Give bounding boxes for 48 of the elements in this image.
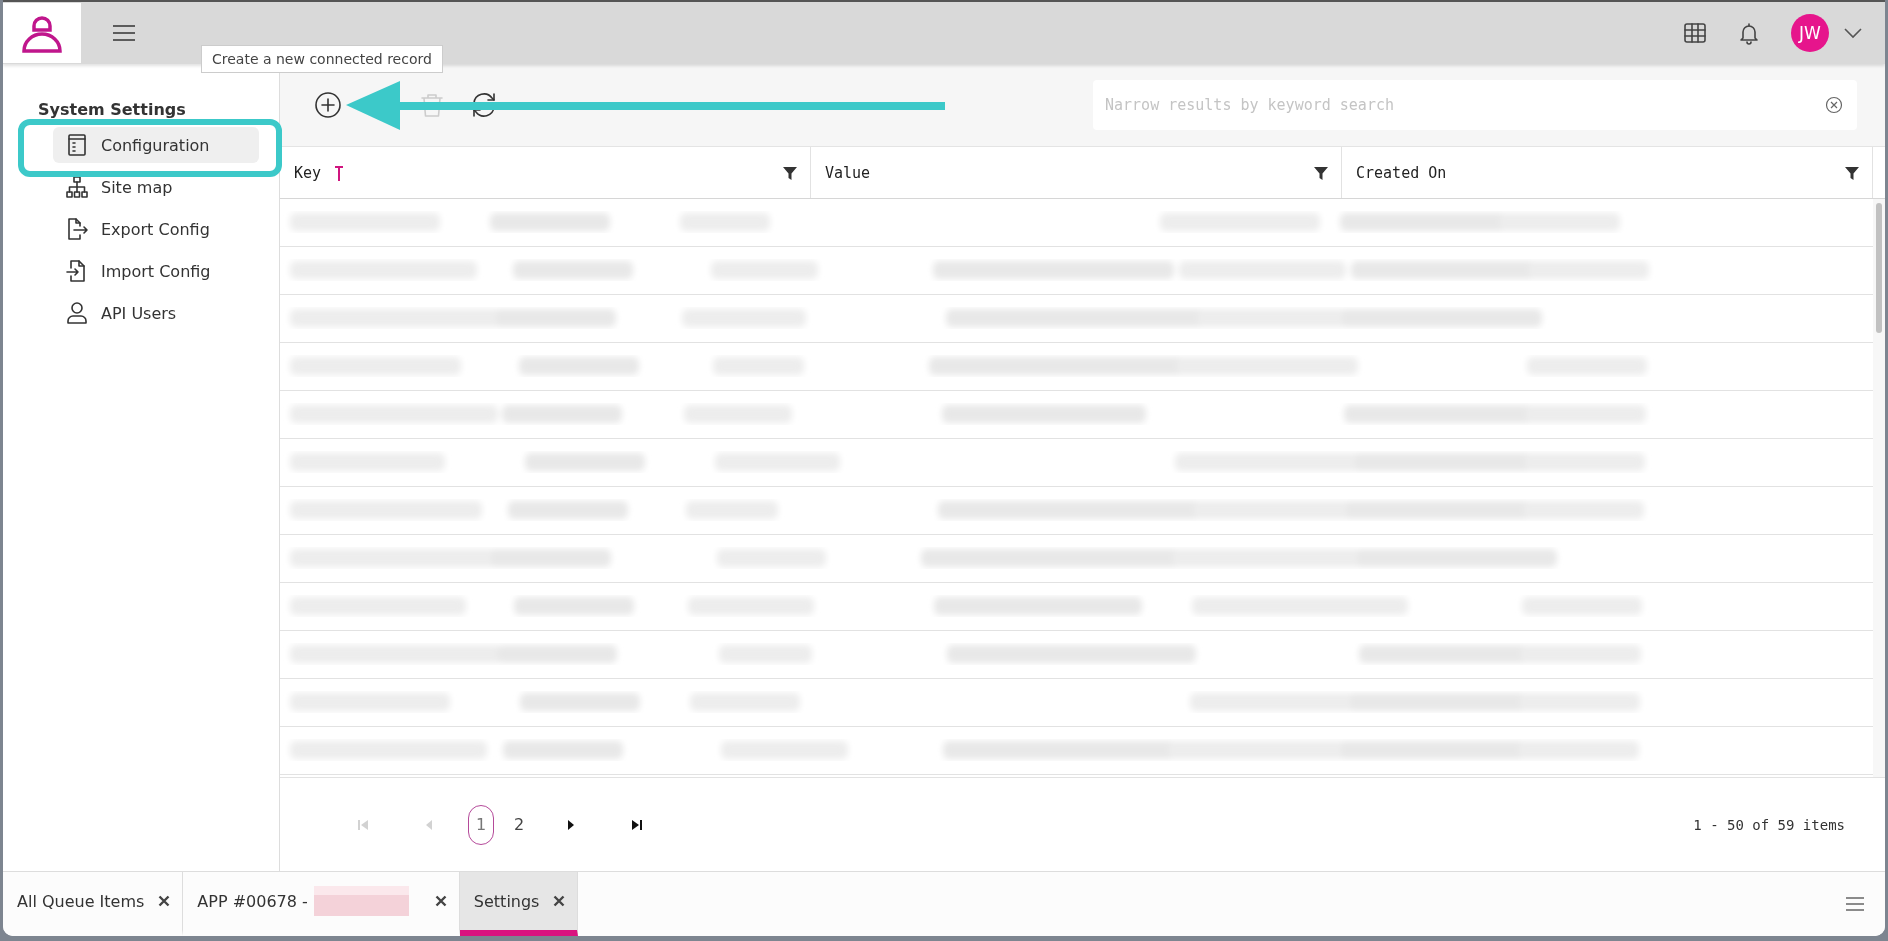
close-button[interactable]: [434, 895, 447, 907]
chevron-down-icon: [1843, 27, 1863, 39]
sidebar-item[interactable]: Export Config: [53, 211, 259, 247]
refresh-icon: [470, 91, 498, 119]
scrollbar-thumb[interactable]: [1876, 203, 1882, 333]
column-header[interactable]: Key: [280, 147, 811, 198]
sidebar-item[interactable]: API Users: [53, 295, 259, 331]
sidebar-item[interactable]: Import Config: [53, 253, 259, 289]
filter-icon[interactable]: [1313, 164, 1329, 181]
sidebar-title: System Settings: [38, 100, 187, 119]
trash-icon: [418, 91, 446, 119]
add-icon: [314, 91, 342, 119]
sidebar-item[interactable]: Configuration: [53, 127, 259, 163]
tab[interactable]: Settings: [459, 872, 579, 936]
column-header[interactable]: Created On: [1342, 147, 1873, 198]
page-button[interactable]: 2: [506, 804, 532, 845]
notifications-button[interactable]: [1737, 21, 1761, 45]
user-icon: [65, 301, 89, 325]
menu-icon: [1845, 896, 1865, 912]
last-page-icon: [631, 818, 643, 831]
first-page-icon: [357, 818, 369, 831]
close-icon: [158, 895, 171, 907]
close-button[interactable]: [553, 895, 566, 907]
tab[interactable]: All Queue Items: [3, 872, 184, 936]
file-export-icon: [65, 217, 89, 241]
close-icon: [434, 895, 447, 907]
pagination-summary: 1 - 50 of 59 items: [1693, 816, 1845, 833]
filter-icon[interactable]: [782, 164, 798, 181]
tab[interactable]: APP #00678 -: [183, 872, 460, 936]
menu-icon: [112, 23, 136, 43]
column-header[interactable]: Value: [811, 147, 1342, 198]
sidebar-item[interactable]: Site map: [53, 169, 259, 205]
clear-icon[interactable]: [1825, 96, 1843, 114]
sitemap-icon: [65, 175, 89, 199]
user-avatar[interactable]: JW: [1791, 14, 1829, 52]
tooltip: Create a new connected record: [201, 45, 443, 73]
user-menu-button[interactable]: [1843, 27, 1863, 39]
document-list-icon: [65, 133, 89, 157]
menu-button[interactable]: [111, 22, 137, 44]
tabs-menu-button[interactable]: [1845, 896, 1865, 912]
bell-icon: [1737, 21, 1761, 45]
add-button[interactable]: [312, 89, 344, 121]
search-field[interactable]: Narrow results by keyword search: [1093, 80, 1857, 130]
apps-button[interactable]: [1683, 21, 1707, 45]
grid-icon: [1683, 21, 1707, 45]
close-button[interactable]: [158, 895, 171, 907]
filter-icon[interactable]: [1844, 164, 1860, 181]
close-icon: [553, 895, 566, 907]
